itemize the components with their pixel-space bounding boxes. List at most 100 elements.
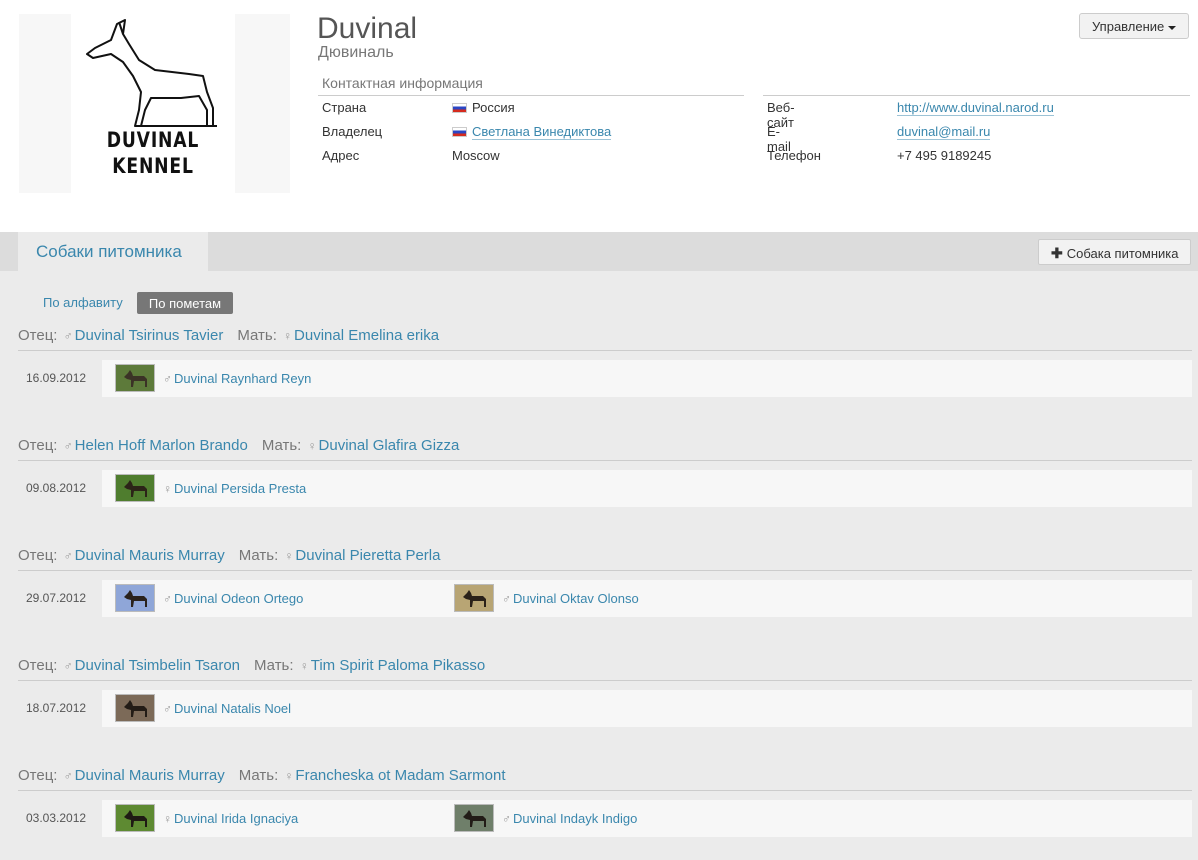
puppy-link[interactable]: Duvinal Oktav Olonso bbox=[513, 591, 639, 606]
male-icon: ♂ bbox=[63, 439, 73, 453]
mother-link[interactable]: Duvinal Emelina erika bbox=[294, 327, 439, 344]
address-label: Адрес bbox=[322, 148, 360, 163]
dog-photo-thumbnail[interactable] bbox=[115, 474, 155, 502]
litter-puppies: ♂ Duvinal Raynhard Reyn bbox=[102, 360, 1192, 397]
kennel-subname: Дювиналь bbox=[318, 44, 394, 61]
dog-photo-thumbnail[interactable] bbox=[454, 804, 494, 832]
mother-label: Мать: bbox=[237, 327, 277, 344]
divider bbox=[763, 95, 1190, 96]
logo-text-line2: KENNEL bbox=[112, 154, 194, 178]
litter-parents: Отец: ♂ Duvinal Mauris Murray Мать: ♀ Duvin… bbox=[18, 547, 1192, 571]
female-icon: ♀ bbox=[299, 659, 309, 673]
mother-link[interactable]: Duvinal Pieretta Perla bbox=[295, 547, 440, 564]
owner-link[interactable]: Светлана Винедиктова bbox=[472, 124, 612, 140]
litter-date: 29.07.2012 bbox=[26, 591, 87, 605]
mother-label: Мать: bbox=[261, 437, 302, 454]
email-link[interactable]: duvinal@mail.ru bbox=[897, 124, 991, 140]
plus-icon: ✚ bbox=[1051, 245, 1063, 261]
website-link[interactable]: http://www.duvinal.narod.ru bbox=[897, 100, 1054, 116]
father-label: Отец: bbox=[18, 327, 58, 344]
litter-puppies: ♀ Duvinal Irida Ignaciya ♂ Duvinal Indayk I… bbox=[102, 800, 1192, 837]
owner-label: Владелец bbox=[322, 124, 383, 139]
sort-alphabetical-link[interactable]: По алфавиту bbox=[43, 295, 123, 310]
litter-date: 16.09.2012 bbox=[26, 371, 87, 385]
dog-photo-thumbnail[interactable] bbox=[115, 584, 155, 612]
doberman-logo-icon bbox=[86, 19, 217, 127]
section-tabs-bar: Собаки питомника ✚ Собака питомника bbox=[0, 232, 1198, 271]
father-label: Отец: bbox=[18, 547, 58, 564]
father-link[interactable]: Duvinal Tsirinus Tavier bbox=[75, 327, 224, 344]
female-icon: ♀ bbox=[307, 439, 317, 453]
litter-parents: Отец: ♂ Duvinal Mauris Murray Мать: ♀ Franc… bbox=[18, 767, 1192, 791]
litter: Отец: ♂ Duvinal Mauris Murray Мать: ♀ Franc… bbox=[18, 767, 1192, 837]
female-icon: ♀ bbox=[163, 482, 172, 496]
tab-kennel-dogs[interactable]: Собаки питомника bbox=[18, 232, 208, 271]
female-icon: ♀ bbox=[283, 329, 293, 343]
father-label: Отец: bbox=[18, 437, 58, 454]
dog-photo-thumbnail[interactable] bbox=[454, 584, 494, 612]
father-link[interactable]: Helen Hoff Marlon Brando bbox=[75, 437, 248, 454]
add-kennel-dog-button[interactable]: ✚ Собака питомника bbox=[1038, 239, 1191, 265]
father-link[interactable]: Duvinal Mauris Murray bbox=[75, 767, 225, 784]
kennel-header: DUVINAL KENNEL Duvinal Дювиналь Управлен… bbox=[0, 0, 1198, 232]
female-icon: ♀ bbox=[284, 769, 294, 783]
manage-button-label: Управление bbox=[1092, 19, 1165, 34]
puppy-link[interactable]: Duvinal Persida Presta bbox=[174, 481, 306, 496]
russia-flag-icon bbox=[452, 127, 467, 137]
litter-puppies: ♂ Duvinal Natalis Noel bbox=[102, 690, 1192, 727]
male-icon: ♂ bbox=[63, 769, 73, 783]
litter: Отец: ♂ Duvinal Mauris Murray Мать: ♀ Duvin… bbox=[18, 547, 1192, 617]
address-value: Moscow bbox=[452, 148, 500, 163]
puppy-link[interactable]: Duvinal Irida Ignaciya bbox=[174, 811, 298, 826]
male-icon: ♂ bbox=[63, 329, 73, 343]
puppy-link[interactable]: Duvinal Natalis Noel bbox=[174, 701, 291, 716]
male-icon: ♂ bbox=[163, 702, 172, 716]
kennel-name: Duvinal bbox=[317, 12, 418, 45]
dog-photo-thumbnail[interactable] bbox=[115, 694, 155, 722]
litter-date: 09.08.2012 bbox=[26, 481, 87, 495]
puppy-link[interactable]: Duvinal Raynhard Reyn bbox=[174, 371, 311, 386]
contact-info-header: Контактная информация bbox=[318, 75, 744, 96]
mother-label: Мать: bbox=[238, 767, 279, 784]
father-label: Отец: bbox=[18, 657, 58, 674]
female-icon: ♀ bbox=[163, 812, 172, 826]
owner-value: Светлана Винедиктова bbox=[452, 124, 612, 140]
mother-link[interactable]: Francheska ot Madam Sarmont bbox=[295, 767, 505, 784]
litter-parents: Отец: ♂ Duvinal Tsimbelin Tsaron Мать: ♀ Ti… bbox=[18, 657, 1192, 681]
logo-text-line1: DUVINAL bbox=[106, 128, 200, 152]
litter-parents: Отец: ♂ Helen Hoff Marlon Brando Мать: ♀ Du… bbox=[18, 437, 1192, 461]
sort-by-litter-button[interactable]: По пометам bbox=[137, 292, 233, 314]
male-icon: ♂ bbox=[63, 549, 73, 563]
phone-label: Телефон bbox=[767, 148, 821, 163]
litter: Отец: ♂ Duvinal Tsirinus Tavier Мать: ♀ Duv… bbox=[18, 327, 1192, 397]
litter-date: 18.07.2012 bbox=[26, 701, 87, 715]
father-link[interactable]: Duvinal Tsimbelin Tsaron bbox=[75, 657, 240, 674]
father-link[interactable]: Duvinal Mauris Murray bbox=[75, 547, 225, 564]
litter: Отец: ♂ Duvinal Tsimbelin Tsaron Мать: ♀ Ti… bbox=[18, 657, 1192, 727]
female-icon: ♀ bbox=[284, 549, 294, 563]
litter-date: 03.03.2012 bbox=[26, 811, 87, 825]
mother-label: Мать: bbox=[238, 547, 279, 564]
mother-link[interactable]: Tim Spirit Paloma Pikasso bbox=[311, 657, 486, 674]
litter-puppies: ♂ Duvinal Odeon Ortego ♂ Duvinal Oktav Olon… bbox=[102, 580, 1192, 617]
puppy-link[interactable]: Duvinal Indayk Indigo bbox=[513, 811, 637, 826]
male-icon: ♂ bbox=[502, 812, 511, 826]
male-icon: ♂ bbox=[502, 592, 511, 606]
russia-flag-icon bbox=[452, 103, 467, 113]
puppy-link[interactable]: Duvinal Odeon Ortego bbox=[174, 591, 303, 606]
father-label: Отец: bbox=[18, 767, 58, 784]
dog-photo-thumbnail[interactable] bbox=[115, 804, 155, 832]
country-label: Страна bbox=[322, 100, 367, 115]
dog-photo-thumbnail[interactable] bbox=[115, 364, 155, 392]
country-value: Россия bbox=[452, 100, 515, 115]
mother-link[interactable]: Duvinal Glafira Gizza bbox=[319, 437, 460, 454]
mother-label: Мать: bbox=[254, 657, 294, 674]
litter-parents: Отец: ♂ Duvinal Tsirinus Tavier Мать: ♀ Duv… bbox=[18, 327, 1192, 351]
male-icon: ♂ bbox=[63, 659, 73, 673]
litter-puppies: ♀ Duvinal Persida Presta bbox=[102, 470, 1192, 507]
phone-value: +7 495 9189245 bbox=[897, 148, 992, 163]
manage-dropdown-button[interactable]: Управление bbox=[1079, 13, 1189, 39]
caret-down-icon bbox=[1168, 25, 1177, 30]
add-dog-button-label: Собака питомника bbox=[1066, 246, 1179, 261]
male-icon: ♂ bbox=[163, 592, 172, 606]
